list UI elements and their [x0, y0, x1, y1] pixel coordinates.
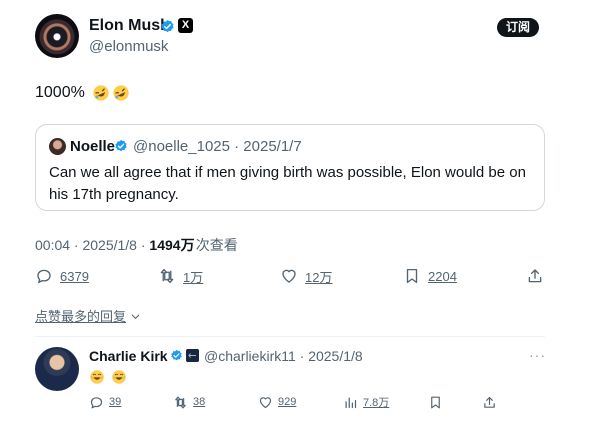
- tweet-text: 1000%: [35, 84, 85, 101]
- reply-bookmark-button[interactable]: [428, 393, 443, 411]
- reply-sort-dropdown[interactable]: 点赞最多的回复: [35, 306, 141, 325]
- retweet-count: 1万: [183, 269, 204, 285]
- chevron-down-icon: [131, 314, 139, 319]
- rofl-emoji-icon: [113, 85, 129, 101]
- views-label: 次查看: [195, 237, 238, 253]
- rofl-emoji-icon: [93, 85, 109, 101]
- reply-count: 6379: [60, 268, 89, 284]
- reply-share-button[interactable]: [482, 393, 497, 411]
- quoted-tweet-text: Can we all agree that if men giving birt…: [49, 164, 526, 203]
- reply-reply-button[interactable]: 39: [89, 393, 121, 411]
- quoted-author-name[interactable]: Noelle: [70, 138, 115, 155]
- views-count: 1494万: [149, 237, 195, 253]
- share-icon: [484, 396, 495, 408]
- more-options-icon[interactable]: ···: [529, 347, 546, 363]
- like-count: 12万: [305, 269, 333, 285]
- verified-badge-icon: [161, 19, 174, 33]
- share-button[interactable]: [526, 266, 544, 286]
- heart-icon: [259, 396, 272, 408]
- author-handle[interactable]: @elonmusk: [89, 38, 168, 55]
- divider: [35, 336, 545, 337]
- subscribe-button[interactable]: 订阅: [497, 18, 539, 37]
- reply-button[interactable]: 6379: [35, 266, 89, 286]
- reply-reply-count: 39: [109, 396, 122, 408]
- reply-like-count: 929: [278, 396, 297, 408]
- author-avatar[interactable]: [35, 14, 79, 58]
- tweet-meta: 00:04 · 2025/1/8 · 1494万 次查看: [35, 235, 238, 255]
- share-icon: [528, 269, 542, 283]
- reply-like-button[interactable]: 929: [258, 393, 296, 411]
- quoted-author-avatar[interactable]: [49, 138, 66, 155]
- reply-sort-label: 点赞最多的回复: [35, 309, 127, 324]
- retweet-button[interactable]: 1万: [158, 266, 203, 286]
- bookmark-count: 2204: [428, 268, 457, 284]
- reply-retweet-count: 38: [193, 396, 206, 408]
- tweet-timestamp[interactable]: 00:04 · 2025/1/8 ·: [35, 237, 149, 253]
- reply-icon: [37, 269, 51, 284]
- reply-author-handle[interactable]: @charliekirk11 · 2025/1/8: [204, 348, 363, 364]
- reply-retweet-button[interactable]: 38: [173, 393, 205, 411]
- reply-author-name[interactable]: Charlie Kirk: [89, 348, 168, 364]
- heart-icon: [282, 269, 296, 283]
- reply-views-button[interactable]: 7.8万: [343, 393, 389, 411]
- retweet-icon: [175, 396, 186, 408]
- retweet-icon: [160, 268, 174, 284]
- like-button[interactable]: 12万: [280, 266, 332, 286]
- joy-emoji-icon: [90, 370, 104, 384]
- author-name[interactable]: Elon Musk: [89, 17, 169, 35]
- bookmark-icon: [406, 268, 418, 284]
- verified-badge-icon: [171, 349, 182, 361]
- reply-author-avatar[interactable]: [35, 347, 79, 391]
- verified-badge-icon: [115, 139, 127, 152]
- reply-views-count: 7.8万: [363, 397, 390, 409]
- bookmark-button[interactable]: 2204: [403, 266, 457, 286]
- bookmark-icon: [431, 396, 440, 408]
- joy-emoji-icon: [112, 370, 126, 384]
- x-affiliate-icon: X: [178, 18, 193, 33]
- affiliate-badge-icon: [186, 349, 199, 362]
- views-chart-icon: [345, 397, 357, 408]
- quoted-author-handle[interactable]: @noelle_1025 · 2025/1/7: [133, 138, 302, 155]
- reply-icon: [90, 396, 103, 408]
